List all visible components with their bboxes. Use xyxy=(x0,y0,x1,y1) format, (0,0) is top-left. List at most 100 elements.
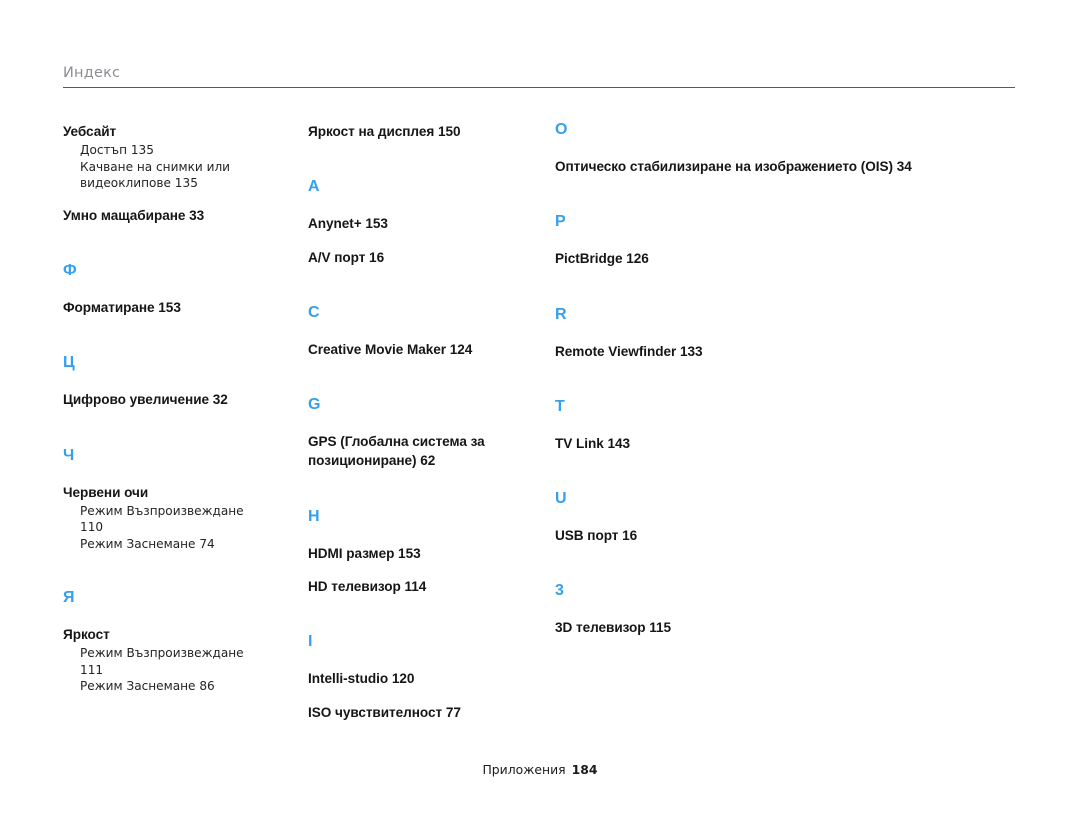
section-letter-heading: C xyxy=(308,303,320,321)
index-entry-title: A/V порт 16 xyxy=(308,249,385,265)
index-entry-title: Яркост xyxy=(63,627,110,643)
index-section-body: Intelli-studio 120 ISO чувствителност 77 xyxy=(308,669,547,722)
index-subentry[interactable]: Режим Възпроизвеждане 110 xyxy=(63,503,300,536)
index-subentry-list: Режим Възпроизвеждане 110 Режим Заснемане… xyxy=(63,503,300,552)
index-section: Я Яркост Режим Възпроизвеждане 111 Режим За… xyxy=(63,590,300,695)
index-entry[interactable]: Creative Movie Maker 124 xyxy=(308,340,547,359)
index-section-body: Creative Movie Maker 124 xyxy=(308,340,547,359)
section-letter-heading: Ц xyxy=(63,354,75,372)
index-entry[interactable]: Яркост Режим Възпроизвеждане 111 Режим Зас… xyxy=(63,625,300,695)
section-letter-heading: O xyxy=(555,121,568,138)
index-section-body: Уебсайт Достъп 135 Качване на снимки или в… xyxy=(63,122,300,225)
index-section: Уебсайт Достъп 135 Качване на снимки или в… xyxy=(63,122,300,225)
index-subentry[interactable]: Достъп 135 xyxy=(63,142,300,158)
index-section: Ч Червени очи Режим Възпроизвеждане 110 Реж… xyxy=(63,446,300,553)
page-title: Индекс xyxy=(63,65,121,81)
index-entry-title: Червени очи xyxy=(63,484,149,500)
index-entry-title: Яркост на дисплея 150 xyxy=(308,124,461,139)
index-entry-title: Оптическо стабилизиране на изображението… xyxy=(555,159,912,174)
index-section-body: Форматиране 153 xyxy=(63,298,300,317)
index-section-body: PictBridge 126 xyxy=(555,249,1060,268)
index-entry-title: Уебсайт xyxy=(63,124,117,139)
footer-page-number: 184 xyxy=(571,762,598,777)
index-entry[interactable]: PictBridge 126 xyxy=(555,249,1060,268)
index-entry[interactable]: HD телевизор 114 xyxy=(308,577,547,596)
index-section: H HDMI размер 153 HD телевизор 114 xyxy=(308,507,547,597)
index-entry[interactable]: Intelli-studio 120 xyxy=(308,669,547,688)
index-entry-title: GPS (Глобална система за позициониране) … xyxy=(308,434,485,469)
index-section: G GPS (Глобална система за позициониране)… xyxy=(308,397,547,471)
index-section-body: Remote Viewfinder 133 xyxy=(555,342,1060,361)
index-section-body: USB порт 16 xyxy=(555,526,1060,545)
index-subentry[interactable]: Режим Заснемане 86 xyxy=(63,678,300,694)
index-section: I Intelli-studio 120 ISO чувствителност 77 xyxy=(308,634,547,722)
index-entry-title: ISO чувствителност 77 xyxy=(308,704,461,720)
index-section-body: TV Link 143 xyxy=(555,434,1060,453)
index-section-body: Яркост Режим Възпроизвеждане 111 Режим Зас… xyxy=(63,625,300,695)
index-entry[interactable]: Яркост на дисплея 150 xyxy=(308,122,547,141)
index-section: A Anynet+ 153 A/V порт 16 xyxy=(308,179,547,267)
index-entry-title: TV Link 143 xyxy=(555,435,630,451)
index-subentry-list: Достъп 135 Качване на снимки или видеокли… xyxy=(63,142,300,191)
header-divider xyxy=(63,86,1015,88)
index-entry-title: Intelli-studio 120 xyxy=(308,671,415,687)
index-entry[interactable]: Форматиране 153 xyxy=(63,298,300,317)
index-entry-title: USB порт 16 xyxy=(555,528,638,544)
index-subentry[interactable]: Качване на снимки или видеоклипове 135 xyxy=(63,159,300,192)
index-entry-title: Форматиране 153 xyxy=(63,299,181,315)
section-letter-heading: R xyxy=(555,305,567,323)
index-entry[interactable]: Remote Viewfinder 133 xyxy=(555,342,1060,361)
index-section: T TV Link 143 xyxy=(555,397,1060,453)
index-entry[interactable]: Червени очи Режим Възпроизвеждане 110 Режи… xyxy=(63,483,300,553)
index-entry-title: HD телевизор 114 xyxy=(308,579,427,595)
index-entry[interactable]: 3D телевизор 115 xyxy=(555,618,1060,637)
index-entry-title: Цифрово увеличение 32 xyxy=(63,392,228,408)
index-section: P PictBridge 126 xyxy=(555,214,1060,268)
index-section: 3 3D телевизор 115 xyxy=(555,583,1060,637)
index-entry-title: 3D телевизор 115 xyxy=(555,620,672,636)
section-letter-heading: U xyxy=(555,490,567,508)
index-entry[interactable]: Умно мащабиране 33 xyxy=(63,206,300,225)
section-letter-heading: G xyxy=(308,396,321,414)
index-section: Яркост на дисплея 150 xyxy=(308,122,547,141)
index-section-body: Anynet+ 153 A/V порт 16 xyxy=(308,214,547,267)
section-letter-heading: H xyxy=(308,507,320,525)
index-entry-title: Creative Movie Maker 124 xyxy=(308,341,473,357)
index-entry[interactable]: USB порт 16 xyxy=(555,526,1060,545)
index-section-body: Червени очи Режим Възпроизвеждане 110 Режи… xyxy=(63,483,300,553)
index-entry[interactable]: TV Link 143 xyxy=(555,434,1060,453)
index-column-1: Уебсайт Достъп 135 Качване на снимки или в… xyxy=(0,122,308,722)
index-entry-title: Умно мащабиране 33 xyxy=(63,207,205,223)
index-subentry-list: Режим Възпроизвеждане 111 Режим Заснемане… xyxy=(63,645,300,694)
section-letter-heading: A xyxy=(308,178,320,196)
index-section-body: GPS (Глобална система за позициониране) … xyxy=(308,432,547,471)
index-entry[interactable]: A/V порт 16 xyxy=(308,248,547,267)
index-entry[interactable]: ISO чувствителност 77 xyxy=(308,703,547,722)
index-subentry[interactable]: Режим Заснемане 74 xyxy=(63,536,300,552)
index-column-2: Яркост на дисплея 150 A Anynet+ 153 A/V пор… xyxy=(308,122,555,722)
index-entry[interactable]: Цифрово увеличение 32 xyxy=(63,390,300,409)
index-section-body: Цифрово увеличение 32 xyxy=(63,390,300,409)
index-subentry[interactable]: Режим Възпроизвеждане 111 xyxy=(63,645,300,678)
index-entry[interactable]: Уебсайт Достъп 135 Качване на снимки или в… xyxy=(63,122,300,192)
index-section-body: 3D телевизор 115 xyxy=(555,618,1060,637)
index-section-body: Оптическо стабилизиране на изображението… xyxy=(555,157,1060,176)
index-column-3: O Оптическо стабилизиране на изображениет… xyxy=(555,122,1080,722)
index-entry[interactable]: Anynet+ 153 xyxy=(308,214,547,233)
index-entry[interactable]: HDMI размер 153 xyxy=(308,544,547,563)
index-entry-title: PictBridge 126 xyxy=(555,251,649,267)
index-section: U USB порт 16 xyxy=(555,491,1060,545)
index-section: C Creative Movie Maker 124 xyxy=(308,303,547,359)
page-footer: Приложения 184 xyxy=(0,762,1080,777)
section-letter-heading: T xyxy=(555,397,565,415)
index-section: Ф Форматиране 153 xyxy=(63,261,300,317)
index-section: O Оптическо стабилизиране на изображениет… xyxy=(555,122,1060,176)
index-section: Ц Цифрово увеличение 32 xyxy=(63,355,300,409)
index-columns: Уебсайт Достъп 135 Качване на снимки или в… xyxy=(0,122,1080,722)
section-letter-heading: Ч xyxy=(63,446,75,464)
index-entry-title: HDMI размер 153 xyxy=(308,545,421,561)
index-entry[interactable]: GPS (Глобална система за позициониране) … xyxy=(308,432,547,471)
section-letter-heading: Ф xyxy=(63,261,77,279)
section-letter-heading: Я xyxy=(63,589,75,607)
index-entry[interactable]: Оптическо стабилизиране на изображението… xyxy=(555,157,1060,176)
